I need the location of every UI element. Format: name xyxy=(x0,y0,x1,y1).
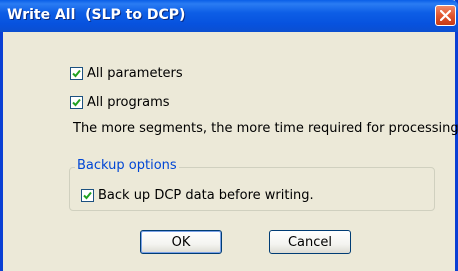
all-parameters-option[interactable]: All parameters xyxy=(70,66,183,81)
all-parameters-label: All parameters xyxy=(87,66,183,81)
window-title: Write All (SLP to DCP) xyxy=(7,7,186,23)
close-button[interactable] xyxy=(435,5,456,26)
checkmark-icon xyxy=(83,191,92,200)
all-programs-checkbox[interactable] xyxy=(70,96,83,109)
cancel-button[interactable]: Cancel xyxy=(269,230,351,254)
processing-info-text: The more segments, the more time require… xyxy=(73,121,458,136)
title-bar[interactable]: Write All (SLP to DCP) xyxy=(0,0,458,32)
backup-options-legend: Backup options xyxy=(75,158,179,173)
all-parameters-checkbox[interactable] xyxy=(70,67,83,80)
checkmark-icon xyxy=(72,98,81,107)
all-programs-option[interactable]: All programs xyxy=(70,95,170,110)
checkmark-icon xyxy=(72,69,81,78)
backup-label: Back up DCP data before writing. xyxy=(98,188,314,203)
backup-checkbox[interactable] xyxy=(81,189,94,202)
all-programs-label: All programs xyxy=(87,95,170,110)
backup-option[interactable]: Back up DCP data before writing. xyxy=(81,188,314,203)
dialog-window: Write All (SLP to DCP) All parameters Al… xyxy=(0,0,458,271)
ok-button[interactable]: OK xyxy=(140,230,222,254)
